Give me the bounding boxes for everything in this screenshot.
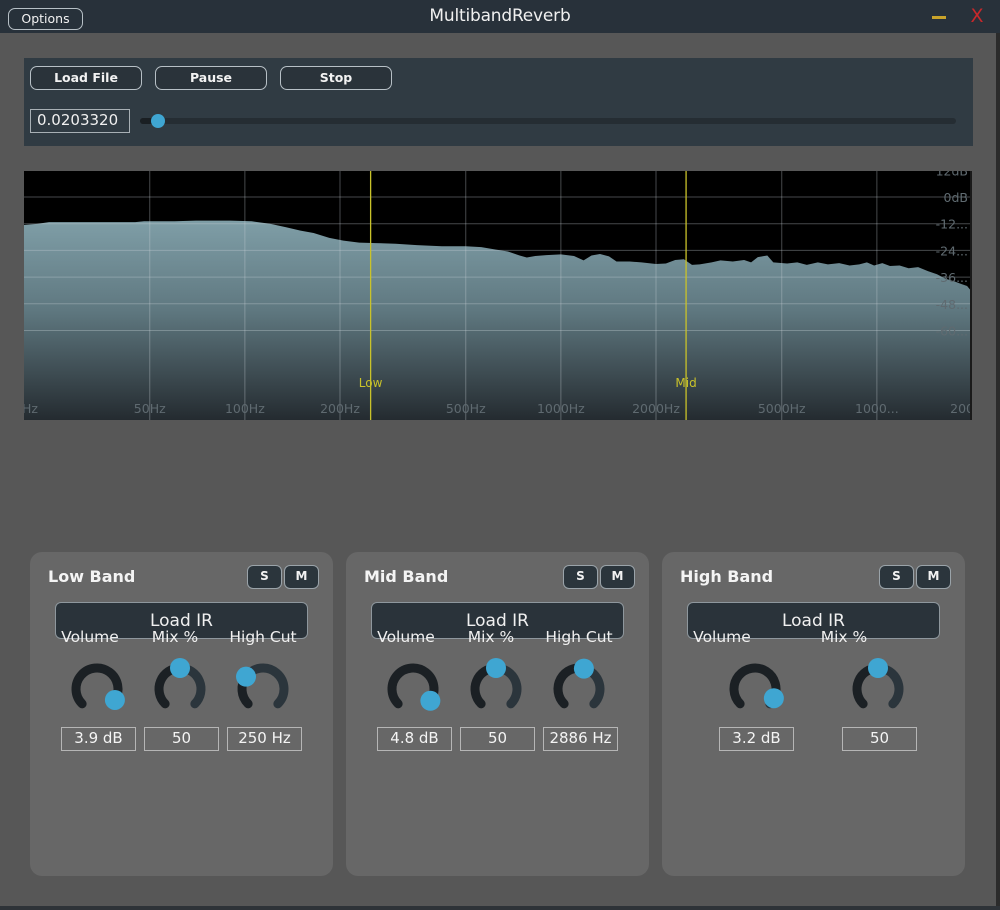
window-border-bottom <box>0 906 1000 910</box>
freq-tick-label: 1000Hz <box>537 401 585 416</box>
knob-label-mix: Mix % <box>820 628 868 646</box>
stop-button[interactable]: Stop <box>280 66 392 90</box>
close-icon[interactable]: X <box>968 6 986 26</box>
mute-button[interactable]: M <box>600 565 635 589</box>
band-panel-mid-band: Mid Band S M Load IR Volume 4.8 dB Mix % 50 High… <box>346 552 649 876</box>
freq-tick-label: 200 <box>950 401 972 416</box>
knob-thumb[interactable] <box>104 689 125 710</box>
solo-button[interactable]: S <box>247 565 282 589</box>
band-panel-low-band: Low Band S M Load IR Volume 3.9 dB Mix % 50 High… <box>30 552 333 876</box>
knob-mix[interactable] <box>153 658 207 716</box>
position-value-field[interactable]: 0.0203320 <box>30 109 130 133</box>
knob-high-cut[interactable] <box>552 658 606 716</box>
knob-volume[interactable] <box>70 662 125 716</box>
value-field-mix[interactable]: 50 <box>842 727 917 751</box>
position-slider[interactable] <box>140 114 956 128</box>
knob-thumb[interactable] <box>573 658 594 679</box>
knob-thumb[interactable] <box>868 658 888 678</box>
knob-label-volume: Volume <box>377 628 435 646</box>
knob-thumb[interactable] <box>420 690 441 711</box>
load-file-button[interactable]: Load File <box>30 66 142 90</box>
spectrum-chart: 12dB 0dB -12... -24... -36... -48... -60... Hz 5… <box>24 171 972 420</box>
solo-button[interactable]: S <box>563 565 598 589</box>
knob-label-mix: Mix % <box>467 628 515 646</box>
knob-label-high-cut: High Cut <box>545 628 613 646</box>
spectrum-analyzer[interactable]: 12dB 0dB -12... -24... -36... -48... -60... Hz 5… <box>24 171 972 420</box>
band-title: Low Band <box>48 567 136 586</box>
value-field-volume[interactable]: 4.8 dB <box>377 727 452 751</box>
freq-tick-label: 200Hz <box>320 401 360 416</box>
crossover-label-mid: Mid <box>675 376 696 390</box>
window-title: MultibandReverb <box>429 6 571 26</box>
value-field-high-cut[interactable]: 250 Hz <box>227 727 302 751</box>
knob-label-volume: Volume <box>693 628 751 646</box>
knob-thumb[interactable] <box>170 658 190 678</box>
solo-button[interactable]: S <box>879 565 914 589</box>
knob-thumb[interactable] <box>486 658 506 678</box>
transport-panel: Load File Pause Stop 0.0203320 <box>24 58 973 146</box>
freq-tick-label: 2000Hz <box>632 401 680 416</box>
knob-thumb[interactable] <box>236 666 257 687</box>
knob-mix[interactable] <box>851 658 905 716</box>
knob-thumb[interactable] <box>763 688 784 709</box>
mute-button[interactable]: M <box>284 565 319 589</box>
spectrum-edge <box>970 171 972 420</box>
value-field-volume[interactable]: 3.2 dB <box>719 727 794 751</box>
crossover-label-low: Low <box>359 376 383 390</box>
title-bar: Options MultibandReverb X <box>0 0 1000 33</box>
value-field-mix[interactable]: 50 <box>144 727 219 751</box>
db-tick-label: 0dB <box>944 190 968 205</box>
value-field-mix[interactable]: 50 <box>460 727 535 751</box>
knob-label-volume: Volume <box>61 628 119 646</box>
band-title: High Band <box>680 567 774 586</box>
db-tick-label: -60... <box>936 324 968 339</box>
db-tick-label: -12... <box>936 217 968 232</box>
knob-high-cut[interactable] <box>236 662 290 716</box>
band-panel-high-band: High Band S M Load IR Volume 3.2 dB Mix % 50 <box>662 552 965 876</box>
db-tick-label: -36... <box>936 270 968 285</box>
freq-tick-label: 1000... <box>855 401 899 416</box>
minimize-icon[interactable] <box>932 16 946 19</box>
position-slider-thumb[interactable] <box>151 114 165 128</box>
freq-tick-label: Hz <box>24 401 38 416</box>
knob-mix[interactable] <box>469 658 523 716</box>
freq-tick-label: 500Hz <box>446 401 486 416</box>
freq-tick-label: 5000Hz <box>758 401 806 416</box>
mute-button[interactable]: M <box>916 565 951 589</box>
db-tick-label: -48... <box>936 297 968 312</box>
db-tick-label: 12dB <box>936 171 968 178</box>
knob-volume[interactable] <box>728 662 784 716</box>
pause-button[interactable]: Pause <box>155 66 267 90</box>
knob-volume[interactable] <box>386 662 441 716</box>
band-title: Mid Band <box>364 567 449 586</box>
db-tick-label: -24... <box>936 243 968 258</box>
value-field-volume[interactable]: 3.9 dB <box>61 727 136 751</box>
freq-tick-label: 50Hz <box>134 401 166 416</box>
knob-label-high-cut: High Cut <box>229 628 297 646</box>
freq-tick-label: 100Hz <box>225 401 265 416</box>
value-field-high-cut[interactable]: 2886 Hz <box>543 727 618 751</box>
window-border <box>996 33 1000 910</box>
knob-label-mix: Mix % <box>151 628 199 646</box>
